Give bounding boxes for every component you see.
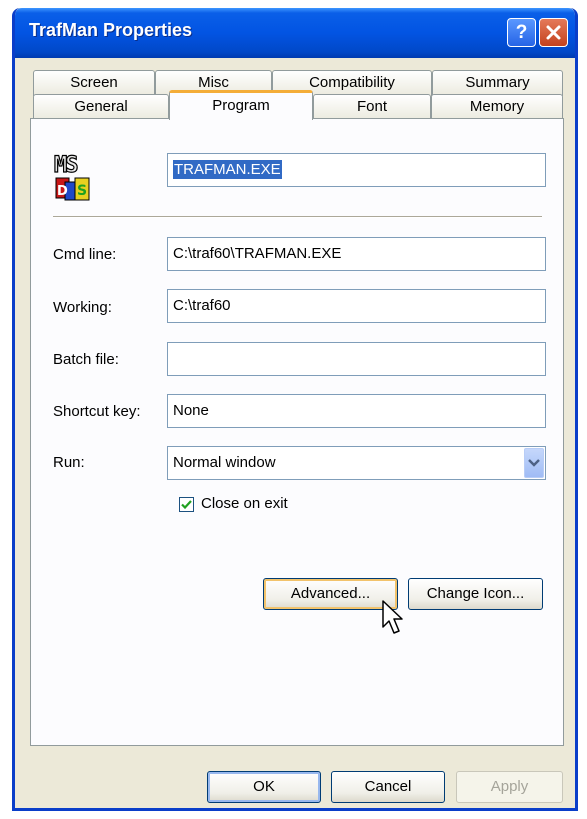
apply-button[interactable]: Apply (456, 771, 563, 803)
tab-font[interactable]: Font (313, 94, 431, 120)
mouse-pointer-icon (382, 600, 403, 634)
separator (53, 216, 542, 218)
svg-text:D: D (57, 184, 68, 199)
shortcut-key-input[interactable]: None (167, 394, 546, 428)
ok-button[interactable]: OK (207, 771, 321, 803)
ms-dos-icon: MS S D (53, 152, 90, 201)
program-name-value: TRAFMAN.EXE (173, 160, 282, 179)
title-bar[interactable]: TrafMan Properties ? (15, 8, 575, 58)
working-label: Working: (53, 299, 112, 316)
properties-window: TrafMan Properties ? Screen Misc Compati… (12, 8, 578, 811)
svg-text:S: S (77, 183, 87, 199)
chevron-down-icon (528, 459, 540, 467)
tab-memory[interactable]: Memory (431, 94, 563, 120)
tab-summary[interactable]: Summary (432, 70, 563, 96)
run-select-value: Normal window (173, 454, 276, 471)
program-name-field[interactable]: TRAFMAN.EXE (167, 153, 546, 187)
tab-screen[interactable]: Screen (33, 70, 155, 96)
cmd-line-label: Cmd line: (53, 246, 117, 263)
tab-program[interactable]: Program (169, 90, 313, 120)
cmd-line-input[interactable]: C:\traf60\TRAFMAN.EXE (167, 237, 546, 271)
tab-general[interactable]: General (33, 94, 169, 120)
shortcut-key-label: Shortcut key: (53, 403, 141, 420)
window-title: TrafMan Properties (29, 20, 193, 40)
advanced-button[interactable]: Advanced... (263, 578, 398, 610)
program-tab-panel (30, 118, 564, 746)
run-select[interactable]: Normal window (167, 446, 546, 480)
batch-file-label: Batch file: (53, 351, 119, 368)
close-on-exit-label: Close on exit (201, 495, 288, 512)
run-label: Run: (53, 454, 85, 471)
change-icon-button[interactable]: Change Icon... (408, 578, 543, 610)
run-dropdown-button[interactable] (524, 448, 544, 478)
help-button[interactable]: ? (507, 18, 536, 47)
close-icon (546, 25, 561, 40)
working-input[interactable]: C:\traf60 (167, 289, 546, 323)
close-on-exit-checkbox[interactable] (179, 497, 194, 512)
cancel-button[interactable]: Cancel (331, 771, 445, 803)
checkmark-icon (181, 500, 192, 510)
svg-text:MS: MS (54, 153, 77, 178)
close-button[interactable] (539, 18, 568, 47)
batch-file-input[interactable] (167, 342, 546, 376)
